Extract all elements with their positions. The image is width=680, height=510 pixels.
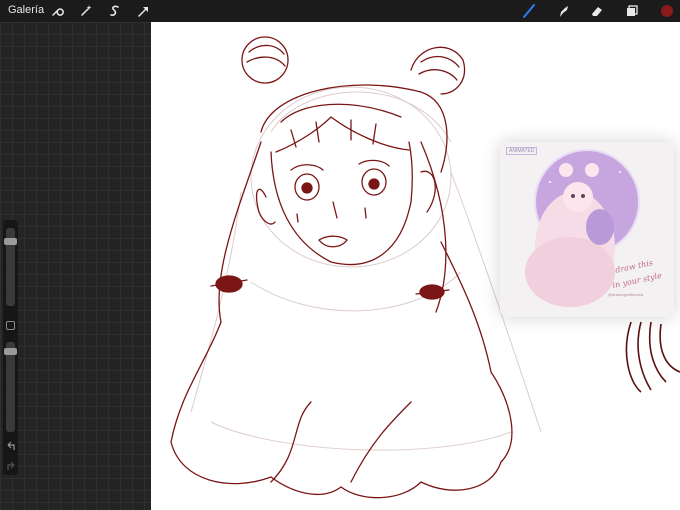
reference-window[interactable]: ANIMATED draw this in your style @drawin… — [500, 142, 674, 317]
side-toolbar — [3, 220, 18, 475]
canvas-background-grid — [0, 22, 151, 510]
eraser-icon[interactable] — [588, 2, 606, 20]
brush-icon[interactable] — [520, 2, 538, 20]
modify-button[interactable] — [6, 321, 15, 330]
redo-icon[interactable] — [6, 458, 16, 476]
opacity-slider[interactable] — [4, 342, 17, 432]
opacity-thumb[interactable] — [4, 348, 17, 355]
selection-icon[interactable] — [106, 2, 124, 20]
magic-wand-icon[interactable] — [77, 2, 95, 20]
wrench-icon[interactable] — [48, 2, 66, 20]
color-swatch-icon[interactable] — [658, 2, 676, 20]
layers-icon[interactable] — [623, 2, 641, 20]
top-toolbar: Galería — [0, 0, 680, 22]
reference-handle: @drawingwithmaria — [608, 292, 644, 297]
undo-icon[interactable] — [6, 438, 16, 456]
transform-arrow-icon[interactable] — [135, 2, 153, 20]
reference-artwork — [525, 149, 640, 307]
gallery-button[interactable]: Galería — [8, 4, 44, 16]
brush-size-slider[interactable] — [4, 228, 17, 306]
brush-size-thumb[interactable] — [4, 238, 17, 245]
smudge-icon[interactable] — [554, 2, 572, 20]
reference-badge: ANIMATED — [506, 147, 538, 155]
